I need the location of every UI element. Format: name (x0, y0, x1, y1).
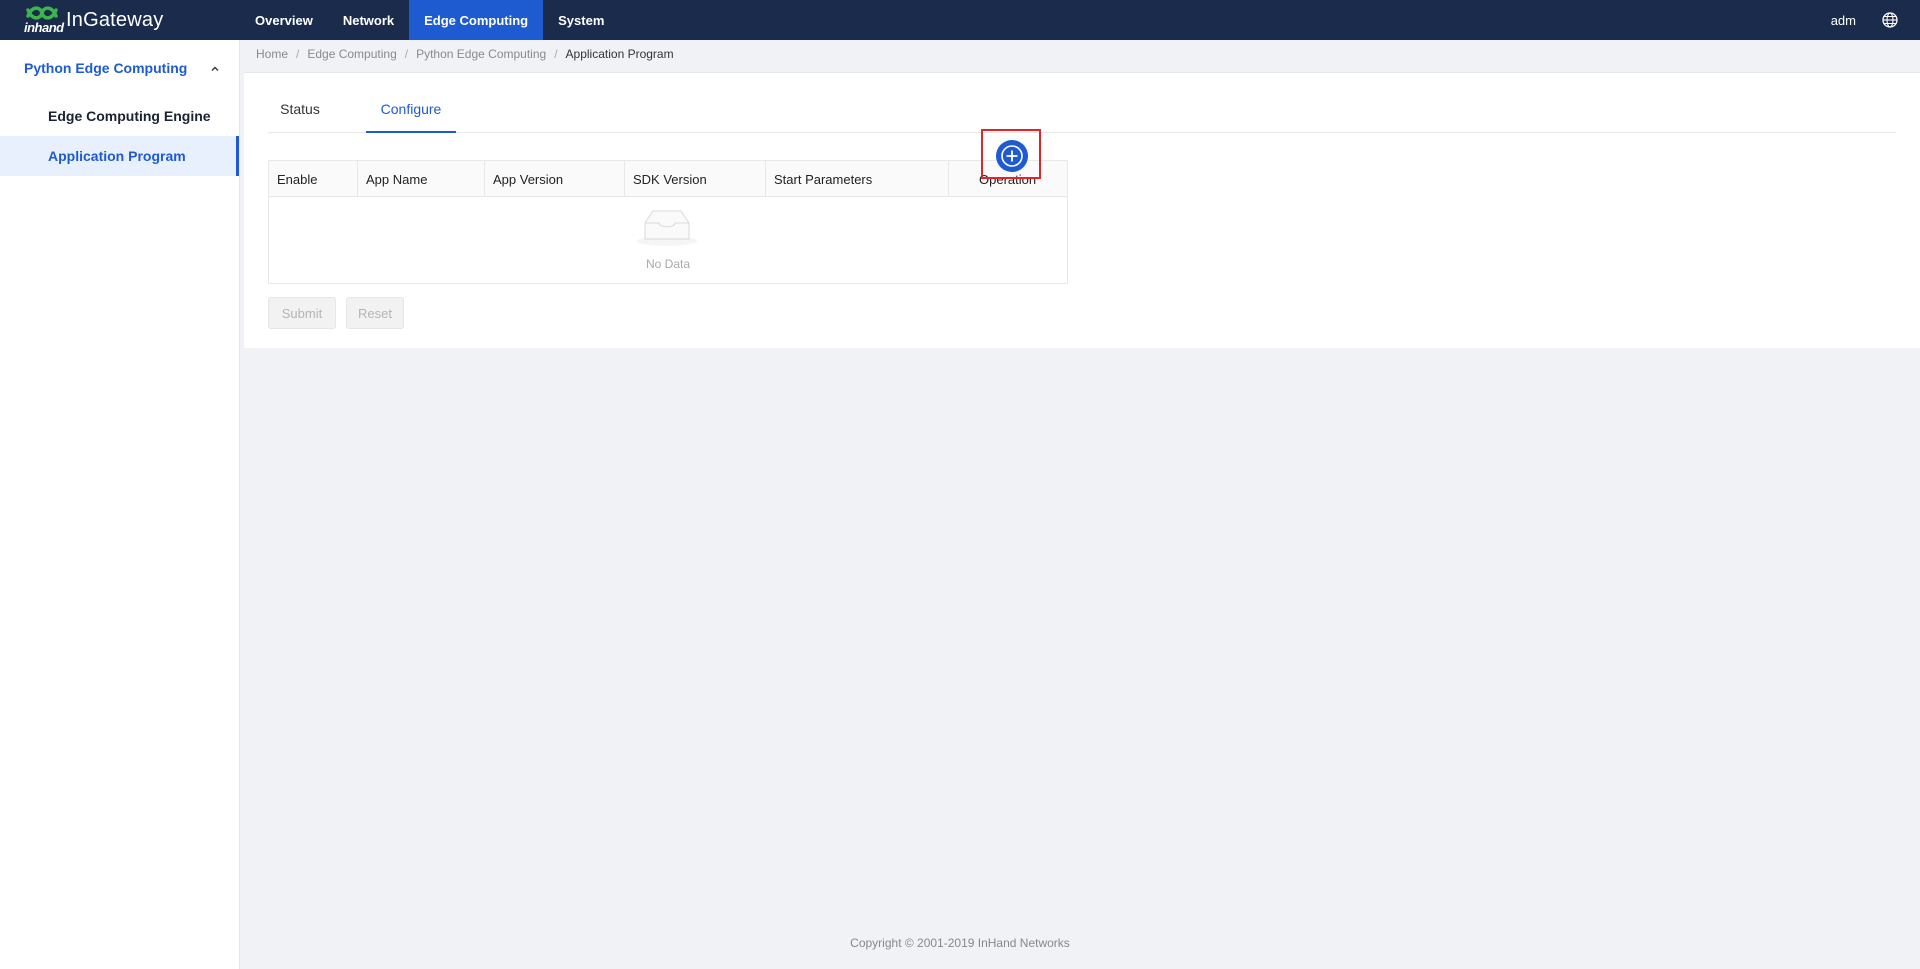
table-header: Enable App Name App Version SDK Version … (269, 161, 1067, 197)
submit-button[interactable]: Submit (268, 297, 336, 329)
inhand-logo[interactable]: inhand InGateway (22, 4, 163, 36)
sidebar-group-python-edge-computing[interactable]: Python Edge Computing (0, 40, 239, 96)
empty-state: No Data (269, 197, 1067, 283)
main-panel: Status Configure Enable App Name App Ver… (244, 72, 1920, 348)
empty-inbox-icon (635, 205, 699, 247)
top-navbar: inhand InGateway Overview Network Edge C… (0, 0, 1920, 40)
globe-icon[interactable] (1882, 12, 1898, 28)
chevron-up-icon (209, 62, 221, 74)
reset-button[interactable]: Reset (346, 297, 404, 329)
sidebar-group-label: Python Edge Computing (24, 60, 188, 76)
sidebar-item-application-program[interactable]: Application Program (0, 136, 239, 176)
column-header-app-version: App Version (485, 161, 625, 197)
breadcrumb-home[interactable]: Home (256, 47, 288, 61)
column-header-start-parameters: Start Parameters (766, 161, 949, 197)
tab-configure[interactable]: Configure (366, 101, 456, 133)
logo-small-text: inhand (24, 20, 64, 35)
app-program-table: Enable App Name App Version SDK Version … (268, 160, 1068, 284)
breadcrumb: Home / Edge Computing / Python Edge Comp… (256, 47, 674, 61)
user-menu[interactable]: adm (1831, 0, 1856, 40)
nav-overview[interactable]: Overview (240, 0, 328, 40)
breadcrumb-edge-computing[interactable]: Edge Computing (307, 47, 396, 61)
nav-network[interactable]: Network (328, 0, 409, 40)
plus-circle-icon (1001, 145, 1023, 167)
breadcrumb-current: Application Program (565, 47, 674, 61)
sidebar: Python Edge Computing Edge Computing Eng… (0, 40, 240, 969)
sidebar-item-label: Application Program (48, 148, 186, 164)
breadcrumb-python-edge-computing[interactable]: Python Edge Computing (416, 47, 546, 61)
nav-system[interactable]: System (543, 0, 619, 40)
column-header-enable: Enable (269, 161, 358, 197)
column-header-sdk-version: SDK Version (625, 161, 766, 197)
sidebar-item-edge-computing-engine[interactable]: Edge Computing Engine (0, 96, 239, 136)
sidebar-item-label: Edge Computing Engine (48, 108, 211, 124)
add-app-button[interactable] (996, 140, 1028, 172)
empty-text: No Data (645, 257, 691, 271)
main-nav: Overview Network Edge Computing System (240, 0, 619, 40)
column-header-app-name: App Name (358, 161, 485, 197)
tab-status[interactable]: Status (268, 101, 332, 133)
logo-mark-icon: inhand (22, 4, 64, 36)
nav-edge-computing[interactable]: Edge Computing (409, 0, 544, 40)
footer-copyright: Copyright © 2001-2019 InHand Networks (850, 936, 1070, 950)
breadcrumb-separator: / (554, 47, 558, 61)
tab-bar: Status Configure (268, 101, 1896, 133)
breadcrumb-separator: / (296, 47, 300, 61)
app-title: InGateway (66, 8, 164, 31)
breadcrumb-separator: / (404, 47, 409, 61)
